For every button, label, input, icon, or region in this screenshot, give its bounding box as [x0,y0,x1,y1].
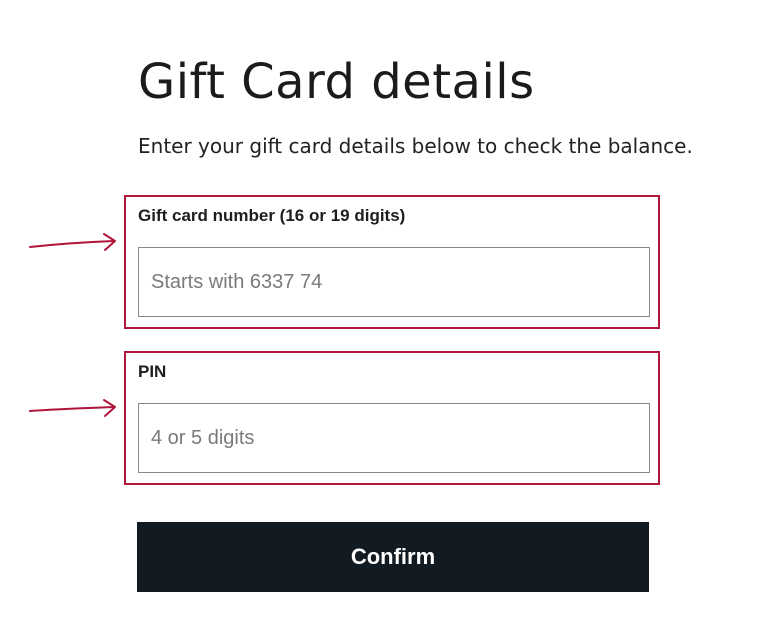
confirm-button[interactable]: Confirm [137,522,649,592]
pin-label: PIN [138,362,167,381]
card-number-label: Gift card number (16 or 19 digits) [138,206,406,225]
card-number-input[interactable] [138,247,650,317]
pin-field-group: PIN [124,351,660,485]
intro-text: Enter your gift card details below to ch… [138,134,693,158]
pin-input[interactable] [138,403,650,473]
arrow-right-annotation-icon [29,399,116,417]
card-number-field-group: Gift card number (16 or 19 digits) [124,195,660,329]
page-title: Gift Card details [138,54,535,111]
arrow-right-annotation-icon [29,233,116,251]
